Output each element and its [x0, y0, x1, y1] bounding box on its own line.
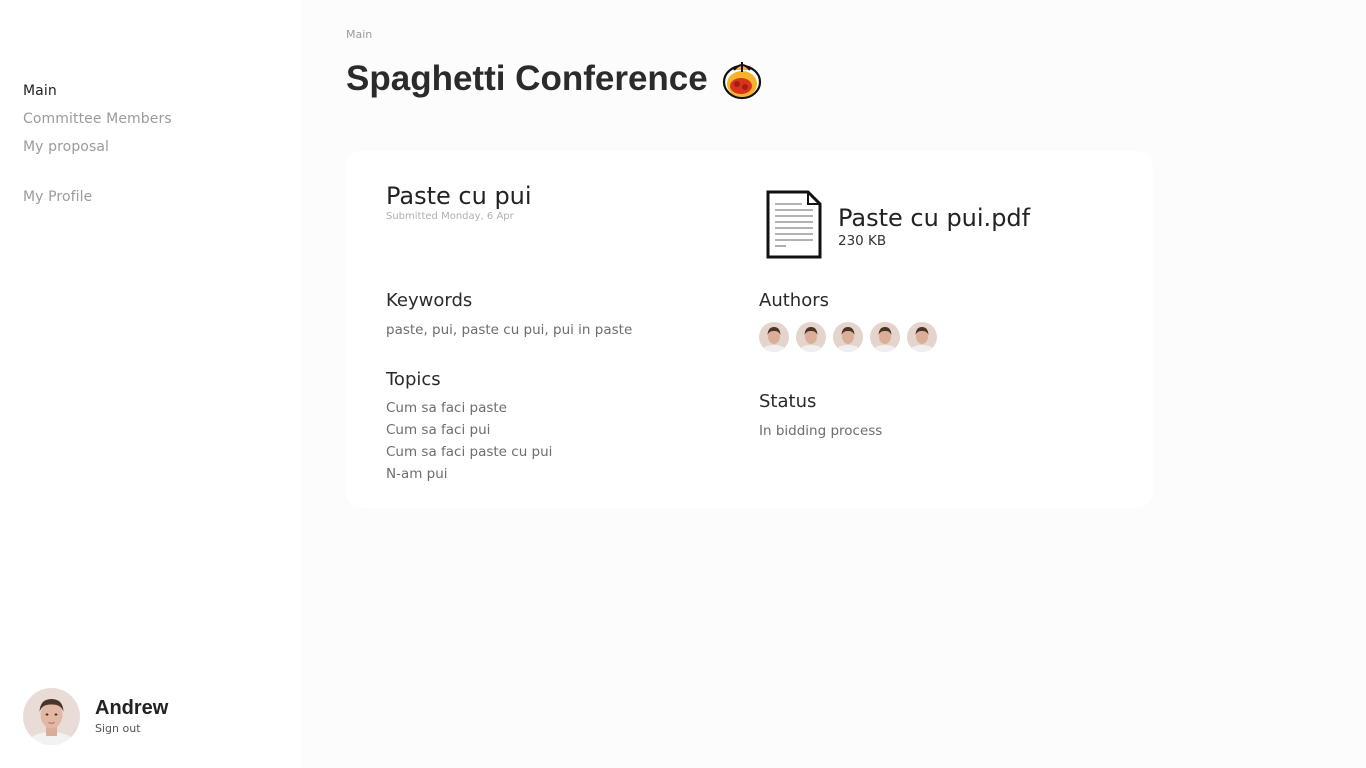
status-value: In bidding process — [759, 423, 883, 439]
author-avatar[interactable] — [870, 322, 900, 352]
topic-item: Cum sa faci paste — [386, 400, 507, 416]
nav-divider — [23, 166, 172, 188]
file-size: 230 KB — [838, 233, 887, 249]
keywords-heading: Keywords — [386, 290, 473, 311]
author-avatar[interactable] — [759, 322, 789, 352]
submitted-date: Submitted Monday, 6 Apr — [386, 211, 514, 222]
author-avatar[interactable] — [833, 322, 863, 352]
main-content: Main Spaghetti Conference Paste cu pui S… — [301, 0, 1366, 768]
authors-heading: Authors — [759, 290, 829, 311]
user-avatar[interactable] — [23, 688, 80, 745]
topic-item: Cum sa faci paste cu pui — [386, 444, 553, 460]
author-avatar[interactable] — [796, 322, 826, 352]
file-attachment[interactable]: Paste cu pui.pdf 230 KB — [766, 190, 1030, 263]
user-info: Andrew Sign out — [95, 696, 168, 737]
keywords-value: paste, pui, paste cu pui, pui in paste — [386, 322, 633, 338]
topics-heading: Topics — [386, 369, 441, 390]
user-name: Andrew — [95, 697, 169, 719]
user-panel: Andrew Sign out — [23, 688, 168, 745]
topic-item: Cum sa faci pui — [386, 422, 491, 438]
file-name[interactable]: Paste cu pui.pdf — [838, 204, 1030, 232]
sidebar: Main Committee Members My proposal My Pr… — [0, 0, 301, 768]
file-info: Paste cu pui.pdf 230 KB — [838, 204, 1030, 249]
page-title-text: Spaghetti Conference — [346, 59, 708, 98]
authors-list — [759, 322, 944, 352]
breadcrumb[interactable]: Main — [346, 28, 372, 41]
proposal-card: Paste cu pui Submitted Monday, 6 Apr Key… — [346, 151, 1153, 508]
status-heading: Status — [759, 391, 817, 412]
sidebar-item-my-proposal[interactable]: My proposal — [23, 138, 172, 156]
sidebar-item-my-profile[interactable]: My Profile — [23, 188, 172, 206]
topic-item: N-am pui — [386, 466, 448, 482]
sidebar-item-main[interactable]: Main — [23, 82, 172, 100]
sidebar-nav: Main Committee Members My proposal My Pr… — [23, 82, 172, 216]
sidebar-item-committee-members[interactable]: Committee Members — [23, 110, 172, 128]
topics-list: Cum sa faci paste Cum sa faci pui Cum sa… — [386, 397, 552, 485]
document-icon — [766, 190, 822, 263]
sign-out-link[interactable]: Sign out — [95, 721, 168, 737]
author-avatar[interactable] — [907, 322, 937, 352]
proposal-title: Paste cu pui — [386, 182, 532, 210]
page-title: Spaghetti Conference — [346, 58, 762, 100]
spaghetti-icon — [722, 58, 762, 100]
